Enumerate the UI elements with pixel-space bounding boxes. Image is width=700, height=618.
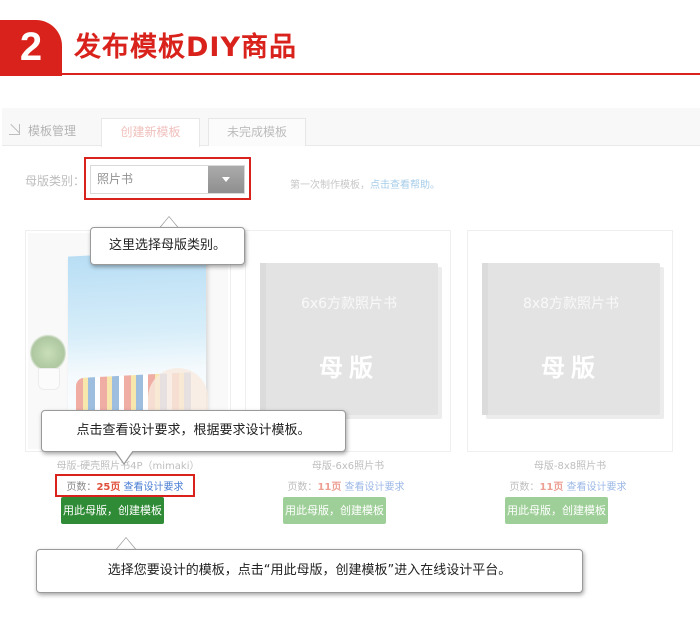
template-card-3[interactable]: 8x8方款照片书 母版 [467,230,673,452]
category-label: 母版类别： [25,174,86,188]
cover-size-text: 8x8方款照片书 [522,296,620,312]
pages-value: 11页 [317,482,342,493]
book-mockup: 8x8方款照片书 母版 [482,263,660,415]
help-hint: 第一次制作模板，点击查看帮助。 [290,176,440,191]
pages-info-2: 页数：11页 查看设计要求 [243,478,449,493]
pages-label: 页数： [509,482,540,493]
create-template-button-2[interactable]: 用此母版，创建模板 [283,497,386,524]
tab-section-label: 模板管理 [28,123,77,138]
pages-value: 11页 [539,482,564,493]
callout-pointer [114,450,134,465]
callout-view-requirements: 点击查看设计要求，根据要求设计模板。 [41,410,346,452]
pages-label: 页数： [287,482,318,493]
pot-decoration [38,368,60,390]
create-template-button-3[interactable]: 用此母版，创建模板 [505,497,608,524]
book-spine [260,263,266,415]
view-requirements-link[interactable]: 查看设计要求 [345,482,405,493]
card-name-3: 母版-8x8照片书 [533,461,607,472]
cover-badge: 母版 [541,354,601,382]
help-hint-text: 第一次制作模板， [290,180,370,191]
category-highlight-box [84,157,251,200]
view-requirements-link[interactable]: 查看设计要求 [567,482,627,493]
help-link[interactable]: 点击查看帮助。 [370,180,440,191]
callout-select-category: 这里选择母版类别。 [90,227,245,265]
create-template-button-1[interactable]: 用此母版，创建模板 [61,497,164,524]
card-name-2: 母版-6x6照片书 [311,461,385,472]
pages-highlight-box [55,474,195,497]
book-spine [482,263,488,415]
callout-choose-template: 选择您要设计的模板，点击“用此母版，创建模板”进入在线设计平台。 [36,549,583,593]
pages-info-3: 页数：11页 查看设计要求 [465,478,671,493]
tab-section-title: 模板管理 [8,115,76,145]
corner-arrow-icon [8,123,22,137]
cover-size-text: 6x6方款照片书 [300,296,398,312]
plant-decoration [30,333,66,373]
tab-create-template[interactable]: 创建新模板 [101,118,200,147]
tab-unfinished-templates[interactable]: 未完成模板 [208,118,306,146]
cover-badge: 母版 [319,354,379,382]
book-mockup: 6x6方款照片书 母版 [260,263,438,415]
callout-pointer [116,537,136,549]
